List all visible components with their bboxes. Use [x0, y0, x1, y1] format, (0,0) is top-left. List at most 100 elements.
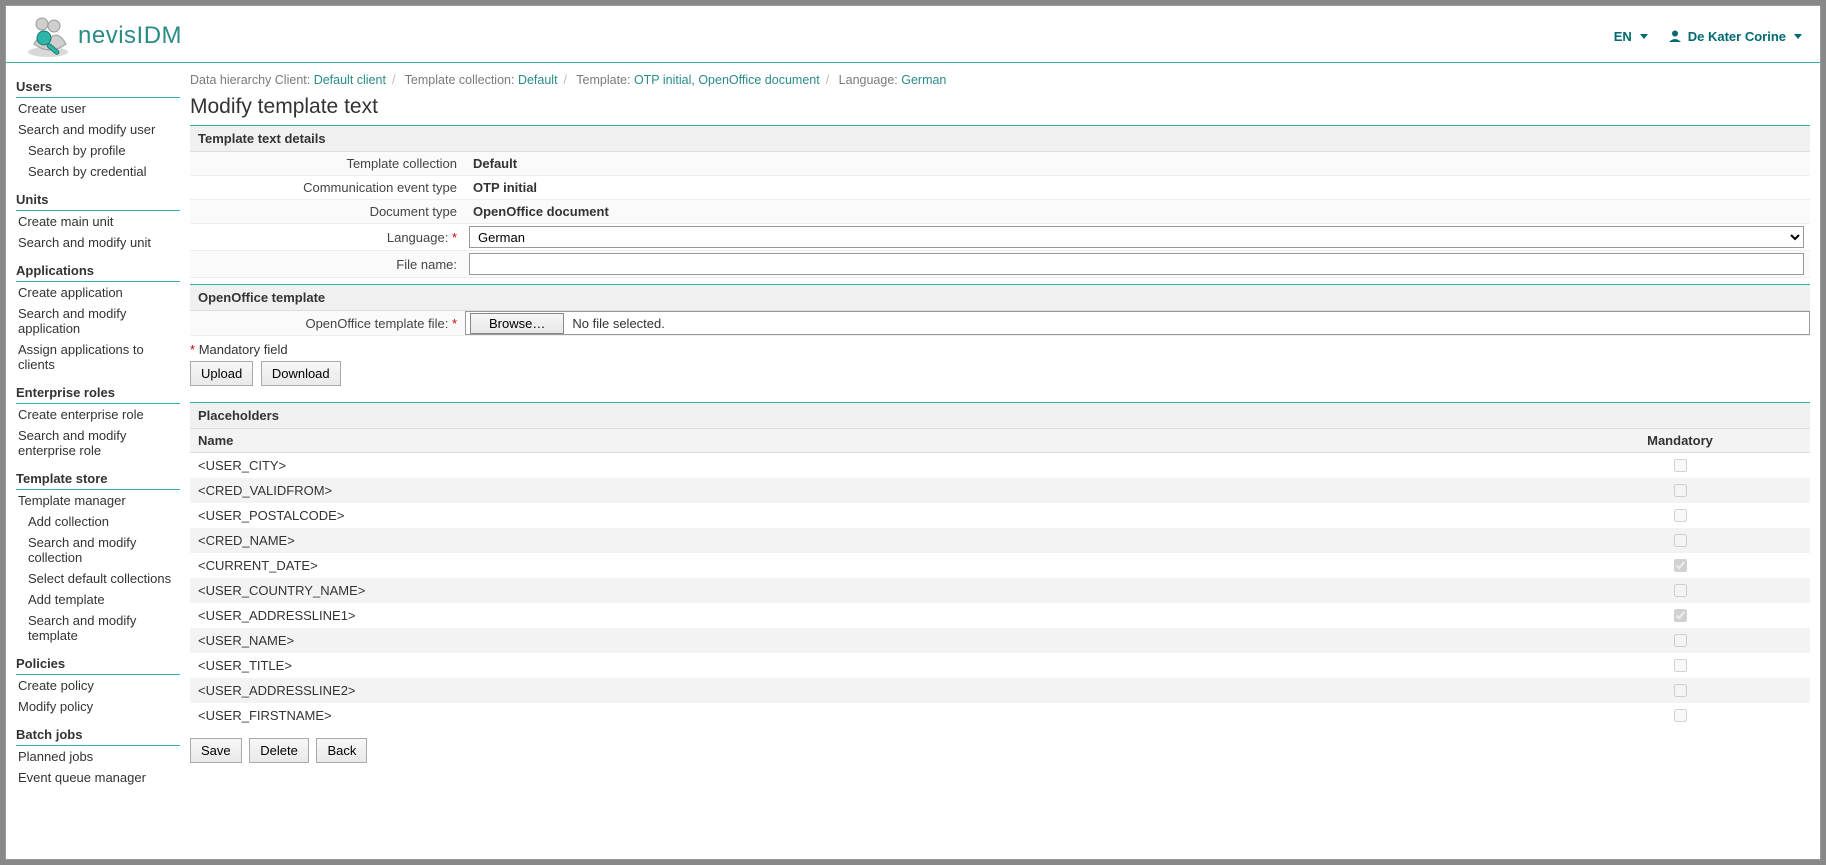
table-row: <CRED_NAME> [190, 528, 1810, 553]
mandatory-checkbox [1674, 509, 1687, 522]
mandatory-checkbox [1674, 634, 1687, 647]
placeholders-table: Name Mandatory <USER_CITY><CRED_VALIDFRO… [190, 429, 1810, 728]
language-select[interactable]: German [469, 226, 1804, 248]
chevron-down-icon [1794, 34, 1802, 39]
breadcrumb-link[interactable]: OTP initial, OpenOffice document [634, 73, 820, 87]
app-logo-icon [24, 14, 72, 58]
sidebar-group-title: Policies [16, 652, 180, 675]
save-button[interactable]: Save [190, 738, 242, 763]
value-template-collection: Default [465, 152, 1810, 175]
table-row: <USER_FIRSTNAME> [190, 703, 1810, 728]
sidebar-item[interactable]: Create main unit [16, 211, 180, 232]
breadcrumb-label: Template collection: [401, 73, 518, 87]
breadcrumb-label: Template: [573, 73, 634, 87]
brand-title: nevisIDM [78, 22, 182, 50]
table-row: <USER_ADDRESSLINE2> [190, 678, 1810, 703]
language-switcher[interactable]: EN [1614, 29, 1648, 44]
sidebar-item[interactable]: Assign applications to clients [16, 339, 180, 375]
breadcrumb: Data hierarchy Client: Default client / T… [190, 69, 1810, 93]
file-selected-label: No file selected. [572, 316, 665, 331]
mandatory-checkbox [1674, 534, 1687, 547]
section-details-header: Template text details [190, 125, 1810, 152]
section-placeholders-header: Placeholders [190, 403, 1810, 429]
breadcrumb-separator: / [558, 73, 573, 87]
back-button[interactable]: Back [316, 738, 367, 763]
chevron-down-icon [1640, 34, 1648, 39]
placeholder-name: <USER_COUNTRY_NAME> [190, 578, 1550, 603]
sidebar-item[interactable]: Search and modify enterprise role [16, 425, 180, 461]
placeholder-name: <USER_NAME> [190, 628, 1550, 653]
breadcrumb-prefix: Data hierarchy [190, 73, 271, 87]
table-row: <USER_POSTALCODE> [190, 503, 1810, 528]
placeholder-name: <CRED_NAME> [190, 528, 1550, 553]
value-document-type: OpenOffice document [465, 200, 1810, 223]
placeholder-name: <USER_FIRSTNAME> [190, 703, 1550, 728]
mandatory-checkbox [1674, 659, 1687, 672]
table-row: <USER_TITLE> [190, 653, 1810, 678]
sidebar-group-title: Users [16, 75, 180, 98]
file-name-input[interactable] [469, 253, 1804, 275]
user-name: De Kater Corine [1688, 29, 1786, 44]
top-bar: nevisIDM EN De Kater Corine [6, 6, 1820, 63]
label-file-name: File name: [190, 253, 465, 276]
sidebar-item[interactable]: Search by profile [16, 140, 180, 161]
sidebar-group-title: Template store [16, 467, 180, 490]
sidebar-item[interactable]: Create user [16, 98, 180, 119]
required-marker: * [452, 316, 457, 331]
mandatory-checkbox [1674, 459, 1687, 472]
delete-button[interactable]: Delete [249, 738, 309, 763]
sidebar-item[interactable]: Create policy [16, 675, 180, 696]
required-marker: * [452, 230, 457, 245]
browse-button[interactable]: Browse… [470, 313, 564, 334]
col-name: Name [190, 429, 1550, 453]
breadcrumb-link[interactable]: Default client [314, 73, 386, 87]
table-row: <USER_COUNTRY_NAME> [190, 578, 1810, 603]
placeholder-name: <USER_POSTALCODE> [190, 503, 1550, 528]
user-icon [1668, 29, 1682, 43]
sidebar-item[interactable]: Search by credential [16, 161, 180, 182]
breadcrumb-label: Client: [275, 73, 314, 87]
sidebar: UsersCreate userSearch and modify userSe… [6, 63, 184, 798]
placeholder-name: <USER_TITLE> [190, 653, 1550, 678]
sidebar-item[interactable]: Create enterprise role [16, 404, 180, 425]
sidebar-item[interactable]: Search and modify collection [16, 532, 180, 568]
label-document-type: Document type [190, 200, 465, 223]
mandatory-note: * Mandatory field [190, 336, 1810, 361]
sidebar-group-title: Batch jobs [16, 723, 180, 746]
user-menu[interactable]: De Kater Corine [1668, 29, 1802, 44]
placeholder-name: <CRED_VALIDFROM> [190, 478, 1550, 503]
section-oo-header: OpenOffice template [190, 284, 1810, 311]
sidebar-item[interactable]: Search and modify user [16, 119, 180, 140]
sidebar-item[interactable]: Search and modify application [16, 303, 180, 339]
sidebar-group-title: Applications [16, 259, 180, 282]
sidebar-item[interactable]: Event queue manager [16, 767, 180, 788]
label-comm-event-type: Communication event type [190, 176, 465, 199]
mandatory-checkbox [1674, 709, 1687, 722]
breadcrumb-link[interactable]: Default [518, 73, 558, 87]
sidebar-item[interactable]: Template manager [16, 490, 180, 511]
sidebar-item[interactable]: Add collection [16, 511, 180, 532]
language-label: EN [1614, 29, 1632, 44]
mandatory-checkbox [1674, 559, 1687, 572]
sidebar-item[interactable]: Modify policy [16, 696, 180, 717]
mandatory-checkbox [1674, 584, 1687, 597]
sidebar-item[interactable]: Search and modify unit [16, 232, 180, 253]
sidebar-item[interactable]: Create application [16, 282, 180, 303]
label-language: Language: * [190, 226, 465, 249]
sidebar-item[interactable]: Select default collections [16, 568, 180, 589]
table-row: <USER_NAME> [190, 628, 1810, 653]
sidebar-item[interactable]: Add template [16, 589, 180, 610]
breadcrumb-separator: / [820, 73, 835, 87]
main-content: Data hierarchy Client: Default client / T… [184, 63, 1820, 798]
table-row: <CURRENT_DATE> [190, 553, 1810, 578]
mandatory-checkbox [1674, 484, 1687, 497]
download-button[interactable]: Download [261, 361, 341, 386]
sidebar-item[interactable]: Planned jobs [16, 746, 180, 767]
upload-button[interactable]: Upload [190, 361, 253, 386]
sidebar-item[interactable]: Search and modify template [16, 610, 180, 646]
page-title: Modify template text [190, 95, 1810, 119]
breadcrumb-link[interactable]: German [901, 73, 946, 87]
table-row: <CRED_VALIDFROM> [190, 478, 1810, 503]
label-template-collection: Template collection [190, 152, 465, 175]
label-oo-file: OpenOffice template file: * [190, 312, 465, 335]
